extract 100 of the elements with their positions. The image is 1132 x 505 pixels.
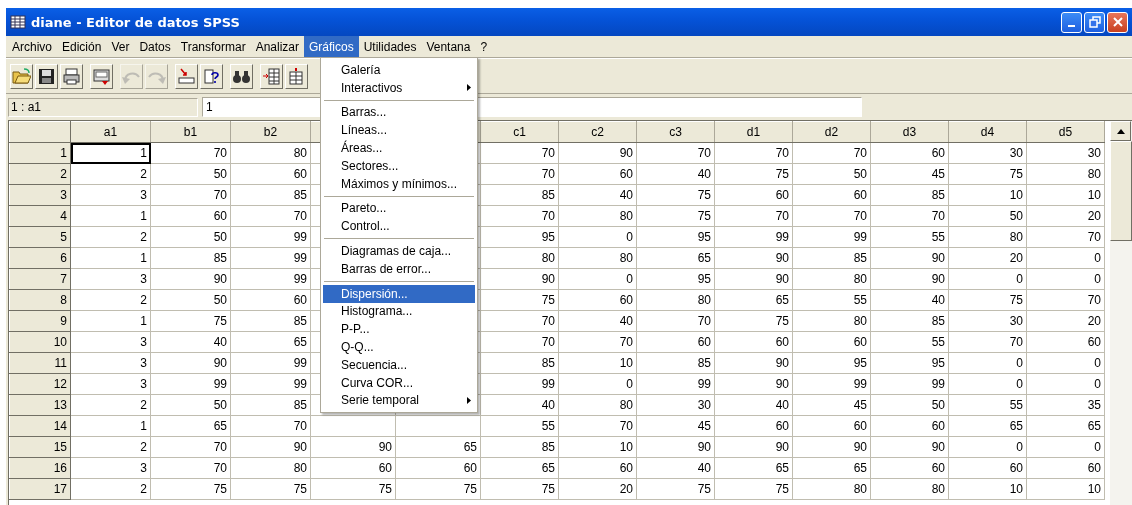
table-cell[interactable]: 99 xyxy=(150,373,231,395)
menu-item[interactable]: Serie temporal xyxy=(323,391,475,410)
row-header[interactable]: 11 xyxy=(9,352,71,374)
row-header[interactable]: 2 xyxy=(9,163,71,185)
table-cell[interactable]: 70 xyxy=(792,142,871,164)
menu-item[interactable]: Diagramas de caja... xyxy=(323,242,475,260)
menu-item[interactable]: ? xyxy=(475,36,493,57)
table-cell[interactable]: 40 xyxy=(636,457,715,479)
table-cell[interactable]: 99 xyxy=(636,373,715,395)
table-cell[interactable]: 1 xyxy=(70,415,151,437)
table-cell[interactable]: 70 xyxy=(948,331,1027,353)
folder-button[interactable] xyxy=(10,63,33,89)
table-cell[interactable]: 75 xyxy=(948,289,1027,311)
column-header[interactable]: d3 xyxy=(870,121,949,143)
row-header[interactable]: 13 xyxy=(9,394,71,416)
table-cell[interactable]: 20 xyxy=(1026,205,1105,227)
table-cell[interactable]: 70 xyxy=(150,436,231,458)
table-cell[interactable]: 55 xyxy=(870,226,949,248)
menu-item[interactable]: P-P... xyxy=(323,320,475,339)
table-cell[interactable]: 99 xyxy=(792,226,871,248)
table-cell[interactable]: 60 xyxy=(395,457,481,479)
table-cell[interactable]: 1 xyxy=(70,247,151,269)
table-cell[interactable]: 65 xyxy=(948,415,1027,437)
table-cell[interactable]: 60 xyxy=(870,415,949,437)
table-cell[interactable]: 60 xyxy=(870,457,949,479)
table-cell[interactable]: 70 xyxy=(150,142,231,164)
table-cell[interactable]: 80 xyxy=(792,310,871,332)
menu-item[interactable]: Control... xyxy=(323,217,475,236)
table-cell[interactable]: 0 xyxy=(1026,436,1105,458)
table-cell[interactable]: 75 xyxy=(310,478,396,500)
menu-item[interactable]: Ver xyxy=(106,36,135,57)
table-cell[interactable]: 60 xyxy=(636,331,715,353)
menu-item[interactable]: Secuencia... xyxy=(323,355,475,374)
table-cell[interactable]: 70 xyxy=(714,142,793,164)
table-cell[interactable]: 75 xyxy=(714,478,793,500)
table-cell[interactable]: 10 xyxy=(948,184,1027,206)
table-cell[interactable]: 30 xyxy=(948,142,1027,164)
row-header[interactable]: 7 xyxy=(9,268,71,290)
table-cell[interactable]: 10 xyxy=(1026,478,1105,500)
table-cell[interactable]: 55 xyxy=(948,394,1027,416)
table-cell[interactable]: 85 xyxy=(150,247,231,269)
table-cell[interactable]: 80 xyxy=(870,478,949,500)
row-header[interactable]: 17 xyxy=(9,478,71,500)
table-cell[interactable]: 90 xyxy=(714,268,793,290)
menu-item[interactable]: Transformar xyxy=(175,36,251,57)
table-cell[interactable]: 95 xyxy=(636,268,715,290)
table-cell[interactable]: 40 xyxy=(480,394,559,416)
table-cell[interactable]: 10 xyxy=(558,352,637,374)
table-cell[interactable]: 60 xyxy=(792,184,871,206)
menu-item[interactable]: Gráficos xyxy=(304,36,359,57)
table-cell[interactable]: 75 xyxy=(636,205,715,227)
row-header[interactable]: 1 xyxy=(9,142,71,164)
table-cell[interactable]: 70 xyxy=(792,205,871,227)
table-cell[interactable]: 99 xyxy=(714,226,793,248)
table-cell[interactable]: 70 xyxy=(150,184,231,206)
row-header[interactable]: 14 xyxy=(9,415,71,437)
table-cell[interactable]: 40 xyxy=(558,310,637,332)
table-cell[interactable]: 0 xyxy=(948,268,1027,290)
table-cell[interactable]: 70 xyxy=(636,142,715,164)
table-cell[interactable]: 3 xyxy=(70,268,151,290)
column-header[interactable]: d2 xyxy=(792,121,871,143)
menu-item[interactable]: Edición xyxy=(57,36,107,57)
table-cell[interactable]: 75 xyxy=(480,478,559,500)
table-cell[interactable]: 85 xyxy=(870,184,949,206)
scrollbar-thumb[interactable] xyxy=(1110,141,1132,241)
menu-item[interactable]: Q-Q... xyxy=(323,338,475,356)
menu-item[interactable]: Pareto... xyxy=(323,199,475,218)
table-cell[interactable]: 30 xyxy=(636,394,715,416)
table-cell[interactable]: 99 xyxy=(230,352,311,374)
table-cell[interactable]: 80 xyxy=(480,247,559,269)
table-cell[interactable]: 60 xyxy=(558,457,637,479)
table-cell[interactable]: 50 xyxy=(150,226,231,248)
row-header[interactable]: 16 xyxy=(9,457,71,479)
table-cell[interactable]: 70 xyxy=(1026,226,1105,248)
table-cell[interactable]: 70 xyxy=(870,205,949,227)
table-cell[interactable]: 60 xyxy=(714,184,793,206)
table-cell[interactable]: 0 xyxy=(1026,247,1105,269)
table-cell[interactable]: 85 xyxy=(230,184,311,206)
column-header[interactable]: b2 xyxy=(230,121,311,143)
table-cell[interactable]: 65 xyxy=(480,457,559,479)
table-cell[interactable]: 50 xyxy=(150,394,231,416)
table-cell[interactable]: 90 xyxy=(310,436,396,458)
table-cell[interactable]: 85 xyxy=(480,184,559,206)
table-cell[interactable]: 90 xyxy=(480,268,559,290)
menu-item[interactable]: Áreas... xyxy=(323,139,475,157)
table-cell[interactable]: 2 xyxy=(70,478,151,500)
table-cell[interactable]: 65 xyxy=(714,289,793,311)
table-cell[interactable]: 20 xyxy=(1026,310,1105,332)
menu-item[interactable]: Ventana xyxy=(421,36,476,57)
table-cell[interactable]: 90 xyxy=(870,268,949,290)
table-cell[interactable]: 95 xyxy=(870,352,949,374)
table-cell[interactable]: 99 xyxy=(230,226,311,248)
table-cell[interactable]: 2 xyxy=(70,436,151,458)
table-cell[interactable]: 75 xyxy=(636,184,715,206)
table-cell[interactable]: 60 xyxy=(230,163,311,185)
table-cell[interactable]: 75 xyxy=(714,163,793,185)
table-cell[interactable]: 60 xyxy=(310,457,396,479)
table-cell[interactable]: 2 xyxy=(70,226,151,248)
table-cell[interactable]: 70 xyxy=(480,163,559,185)
table-cell[interactable]: 85 xyxy=(480,436,559,458)
